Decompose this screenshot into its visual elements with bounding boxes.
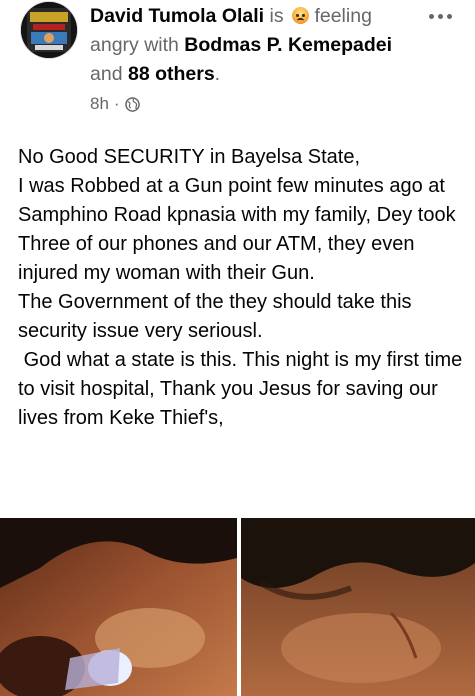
and-word: and	[90, 63, 123, 85]
is-word: is	[269, 5, 284, 27]
globe-icon[interactable]	[124, 96, 140, 112]
post-timestamp[interactable]: 8h	[90, 94, 109, 114]
more-dot	[437, 13, 443, 19]
post-header: David Tumola Olali is feeling angry with…	[0, 0, 475, 125]
post-photos	[0, 518, 475, 696]
injury-photo-left	[0, 518, 237, 696]
more-dot	[428, 13, 434, 19]
period: .	[214, 63, 221, 85]
injury-photo-right	[241, 518, 475, 696]
more-options-button[interactable]	[420, 4, 460, 28]
post-paragraph: The Government of the they should take t…	[18, 291, 418, 342]
post-meta: 8h ·	[90, 94, 140, 114]
meta-separator: ·	[113, 94, 120, 113]
post-author-line: David Tumola Olali is feeling angry with…	[90, 2, 410, 89]
post-paragraph: No Good SECURITY in Bayelsa State, I was…	[18, 146, 456, 284]
angry-face-icon	[292, 7, 310, 24]
post-body: No Good SECURITY in Bayelsa State, I was…	[18, 143, 468, 433]
others-link[interactable]: 88 others	[128, 63, 215, 85]
post-paragraph: God what a state is this. This night is …	[18, 349, 468, 429]
profile-avatar[interactable]	[21, 2, 77, 58]
tagged-person-link[interactable]: Bodmas P. Kemepadei	[184, 34, 392, 56]
avatar-image	[21, 2, 77, 58]
author-name-link[interactable]: David Tumola Olali	[90, 5, 264, 27]
more-dot	[446, 13, 452, 19]
post-photo-2[interactable]	[241, 518, 475, 696]
post-photo-1[interactable]	[0, 518, 237, 696]
